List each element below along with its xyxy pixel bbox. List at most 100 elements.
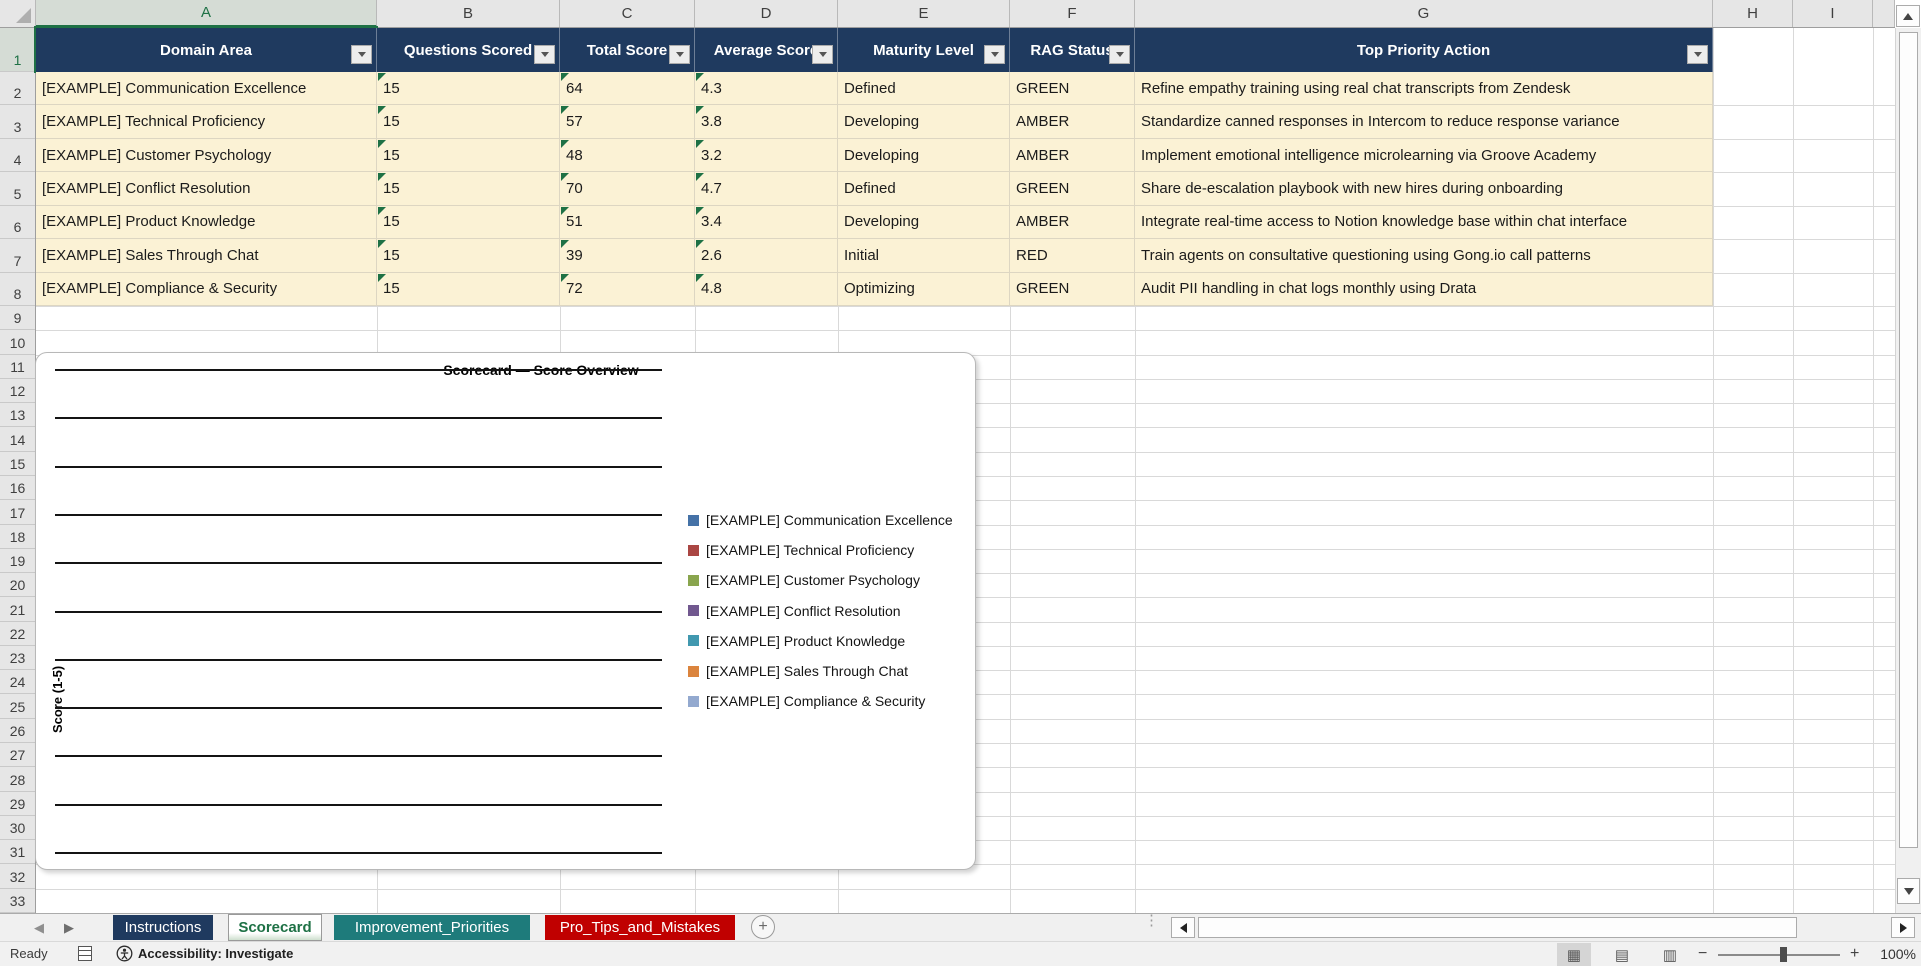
zoom-slider-track[interactable] <box>1718 954 1840 956</box>
row-header-33[interactable]: 33 <box>0 889 35 913</box>
column-header-I[interactable]: I <box>1793 0 1873 27</box>
row-header-10[interactable]: 10 <box>0 330 35 355</box>
row-header-31[interactable]: 31 <box>0 840 35 865</box>
cell-C8[interactable]: 72 <box>560 272 695 306</box>
cell-D8[interactable]: 4.8 <box>695 272 838 306</box>
sheet-tab-instructions[interactable]: Instructions <box>113 915 213 940</box>
cell-D4[interactable]: 3.2 <box>695 138 838 173</box>
row-header-13[interactable]: 13 <box>0 403 35 428</box>
cell-B2[interactable]: 15 <box>377 72 560 106</box>
legend-item[interactable]: [EXAMPLE] Communication Excellence <box>688 509 953 531</box>
row-header-12[interactable]: 12 <box>0 379 35 404</box>
cell-G5[interactable]: Share de-escalation playbook with new hi… <box>1135 172 1713 206</box>
row-header-21[interactable]: 21 <box>0 597 35 622</box>
column-header-B[interactable]: B <box>377 0 560 27</box>
cell-E4[interactable]: Developing <box>838 138 1010 173</box>
row-header-6[interactable]: 6 <box>0 206 35 240</box>
legend-item[interactable]: [EXAMPLE] Customer Psychology <box>688 569 920 591</box>
accessibility-status[interactable]: Accessibility: Investigate <box>138 946 293 961</box>
row-header-5[interactable]: 5 <box>0 172 35 206</box>
cell-F5[interactable]: GREEN <box>1010 172 1135 206</box>
cell-C7[interactable]: 39 <box>560 239 695 273</box>
row-header-17[interactable]: 17 <box>0 500 35 525</box>
cell-C2[interactable]: 64 <box>560 72 695 106</box>
cell-G8[interactable]: Audit PII handling in chat logs monthly … <box>1135 272 1713 306</box>
row-header-11[interactable]: 11 <box>0 355 35 379</box>
legend-item[interactable]: [EXAMPLE] Technical Proficiency <box>688 539 914 561</box>
legend-item[interactable]: [EXAMPLE] Compliance & Security <box>688 690 925 712</box>
cell-D5[interactable]: 4.7 <box>695 172 838 206</box>
column-header-F[interactable]: F <box>1010 0 1135 27</box>
column-header-C[interactable]: C <box>560 0 695 27</box>
row-header-20[interactable]: 20 <box>0 573 35 598</box>
filter-button[interactable] <box>812 45 833 64</box>
column-header-A[interactable]: A <box>36 0 377 27</box>
tab-scroll-right-button[interactable]: ▶ <box>58 920 80 936</box>
row-header-7[interactable]: 7 <box>0 239 35 273</box>
sheet-tab-scorecard[interactable]: Scorecard <box>228 914 322 941</box>
zoom-out-button[interactable]: − <box>1698 945 1707 963</box>
legend-item[interactable]: [EXAMPLE] Conflict Resolution <box>688 600 901 622</box>
row-header-28[interactable]: 28 <box>0 767 35 792</box>
cell-C4[interactable]: 48 <box>560 138 695 173</box>
sheet-tab-pro_tips_and_mistakes[interactable]: Pro_Tips_and_Mistakes <box>545 915 735 940</box>
cell-B6[interactable]: 15 <box>377 205 560 240</box>
filter-button[interactable] <box>669 45 690 64</box>
hscroll-right-button[interactable] <box>1891 917 1915 938</box>
cell-B8[interactable]: 15 <box>377 272 560 306</box>
cell-F6[interactable]: AMBER <box>1010 205 1135 240</box>
chart-area[interactable]: Scorecard — Score Overview Score (1-5) [… <box>35 352 976 870</box>
cell-D2[interactable]: 4.3 <box>695 72 838 106</box>
cell-E7[interactable]: Initial <box>838 239 1010 273</box>
cell-A8[interactable]: [EXAMPLE] Compliance & Security <box>36 272 377 306</box>
table-header-cell[interactable]: Top Priority Action <box>1135 28 1713 72</box>
cell-D6[interactable]: 3.4 <box>695 205 838 240</box>
cell-A7[interactable]: [EXAMPLE] Sales Through Chat <box>36 239 377 273</box>
cell-F2[interactable]: GREEN <box>1010 72 1135 106</box>
row-header-15[interactable]: 15 <box>0 452 35 476</box>
table-header-cell[interactable]: Total Score <box>560 28 695 72</box>
tab-scroll-left-button[interactable]: ◀ <box>28 920 50 936</box>
cell-C3[interactable]: 57 <box>560 105 695 139</box>
hscroll-thumb[interactable] <box>1198 917 1797 938</box>
row-header-32[interactable]: 32 <box>0 864 35 889</box>
filter-button[interactable] <box>1687 45 1708 64</box>
table-header-cell[interactable]: RAG Status <box>1010 28 1135 72</box>
row-header-30[interactable]: 30 <box>0 816 35 841</box>
cell-G6[interactable]: Integrate real-time access to Notion kno… <box>1135 205 1713 240</box>
page-layout-view-button[interactable]: ▤ <box>1605 943 1639 966</box>
row-header-19[interactable]: 19 <box>0 549 35 574</box>
row-header-2[interactable]: 2 <box>0 72 35 106</box>
cell-E6[interactable]: Developing <box>838 205 1010 240</box>
cell-A3[interactable]: [EXAMPLE] Technical Proficiency <box>36 105 377 139</box>
horizontal-scrollbar[interactable] <box>1165 914 1921 941</box>
row-header-27[interactable]: 27 <box>0 743 35 768</box>
sheet-tab-improvement_priorities[interactable]: Improvement_Priorities <box>334 915 530 940</box>
page-break-view-button[interactable]: ▥ <box>1653 943 1687 966</box>
cell-F3[interactable]: AMBER <box>1010 105 1135 139</box>
row-header-29[interactable]: 29 <box>0 792 35 816</box>
cell-F4[interactable]: AMBER <box>1010 138 1135 173</box>
cell-E2[interactable]: Defined <box>838 72 1010 106</box>
cell-G2[interactable]: Refine empathy training using real chat … <box>1135 72 1713 106</box>
row-header-4[interactable]: 4 <box>0 139 35 173</box>
filter-button[interactable] <box>1109 45 1130 64</box>
tab-strip-resize-grip[interactable]: ⋮ <box>1144 913 1159 937</box>
table-header-cell[interactable]: Questions Scored <box>377 28 560 72</box>
hscroll-left-button[interactable] <box>1171 917 1195 938</box>
column-header-G[interactable]: G <box>1135 0 1713 27</box>
row-header-26[interactable]: 26 <box>0 719 35 744</box>
legend-item[interactable]: [EXAMPLE] Sales Through Chat <box>688 660 908 682</box>
row-header-22[interactable]: 22 <box>0 622 35 646</box>
cell-B7[interactable]: 15 <box>377 239 560 273</box>
cell-E8[interactable]: Optimizing <box>838 272 1010 306</box>
row-header-8[interactable]: 8 <box>0 273 35 306</box>
row-header-24[interactable]: 24 <box>0 670 35 695</box>
row-header-3[interactable]: 3 <box>0 105 35 139</box>
new-sheet-button[interactable]: + <box>751 915 775 939</box>
table-header-cell[interactable]: Average Score <box>695 28 838 72</box>
cell-A5[interactable]: [EXAMPLE] Conflict Resolution <box>36 172 377 206</box>
cell-D3[interactable]: 3.8 <box>695 105 838 139</box>
column-header-E[interactable]: E <box>838 0 1010 27</box>
cell-A4[interactable]: [EXAMPLE] Customer Psychology <box>36 138 377 173</box>
